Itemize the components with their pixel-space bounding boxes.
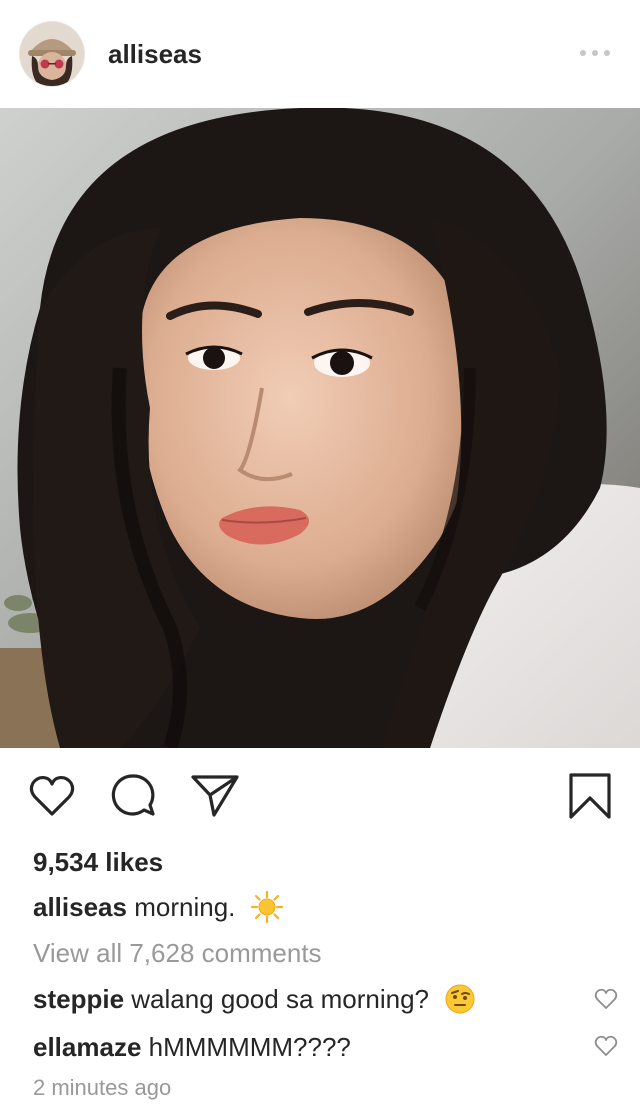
comment-username[interactable]: steppie <box>33 984 124 1014</box>
comment-bubble-icon[interactable] <box>110 772 156 818</box>
post-photo[interactable] <box>0 108 640 748</box>
caption: alliseas morning. <box>33 890 593 924</box>
comment-row: steppie walang good sa morning? <box>33 982 593 1016</box>
ellipsis-dot <box>604 50 610 56</box>
raised-eyebrow-emoji-icon <box>445 984 475 1014</box>
ellipsis-dot <box>592 50 598 56</box>
view-all-comments-link[interactable]: View all 7,628 comments <box>33 936 593 970</box>
sun-emoji-icon <box>250 891 283 924</box>
comment-like-heart-icon[interactable] <box>594 988 618 1010</box>
caption-text: morning. <box>134 892 236 922</box>
post-header: alliseas <box>0 0 640 108</box>
ellipsis-dot <box>580 50 586 56</box>
post-timestamp: 2 minutes ago <box>33 1075 172 1100</box>
caption-username[interactable]: alliseas <box>33 892 127 922</box>
comment-username[interactable]: ellamaze <box>33 1032 141 1062</box>
more-options-button[interactable] <box>580 40 610 66</box>
bookmark-icon[interactable] <box>568 772 612 820</box>
comment-row: ellamaze hMMMMMM???? <box>33 1030 593 1064</box>
likes-count[interactable]: 9,534 likes <box>33 845 593 879</box>
comment-text: hMMMMMM???? <box>148 1032 351 1062</box>
avatar[interactable] <box>20 22 84 86</box>
action-bar <box>0 748 640 844</box>
comment-text: walang good sa morning? <box>131 984 430 1014</box>
post-username[interactable]: alliseas <box>108 38 202 70</box>
comment-like-heart-icon[interactable] <box>594 1035 618 1057</box>
paper-plane-icon[interactable] <box>190 772 240 818</box>
heart-icon[interactable] <box>28 774 76 818</box>
